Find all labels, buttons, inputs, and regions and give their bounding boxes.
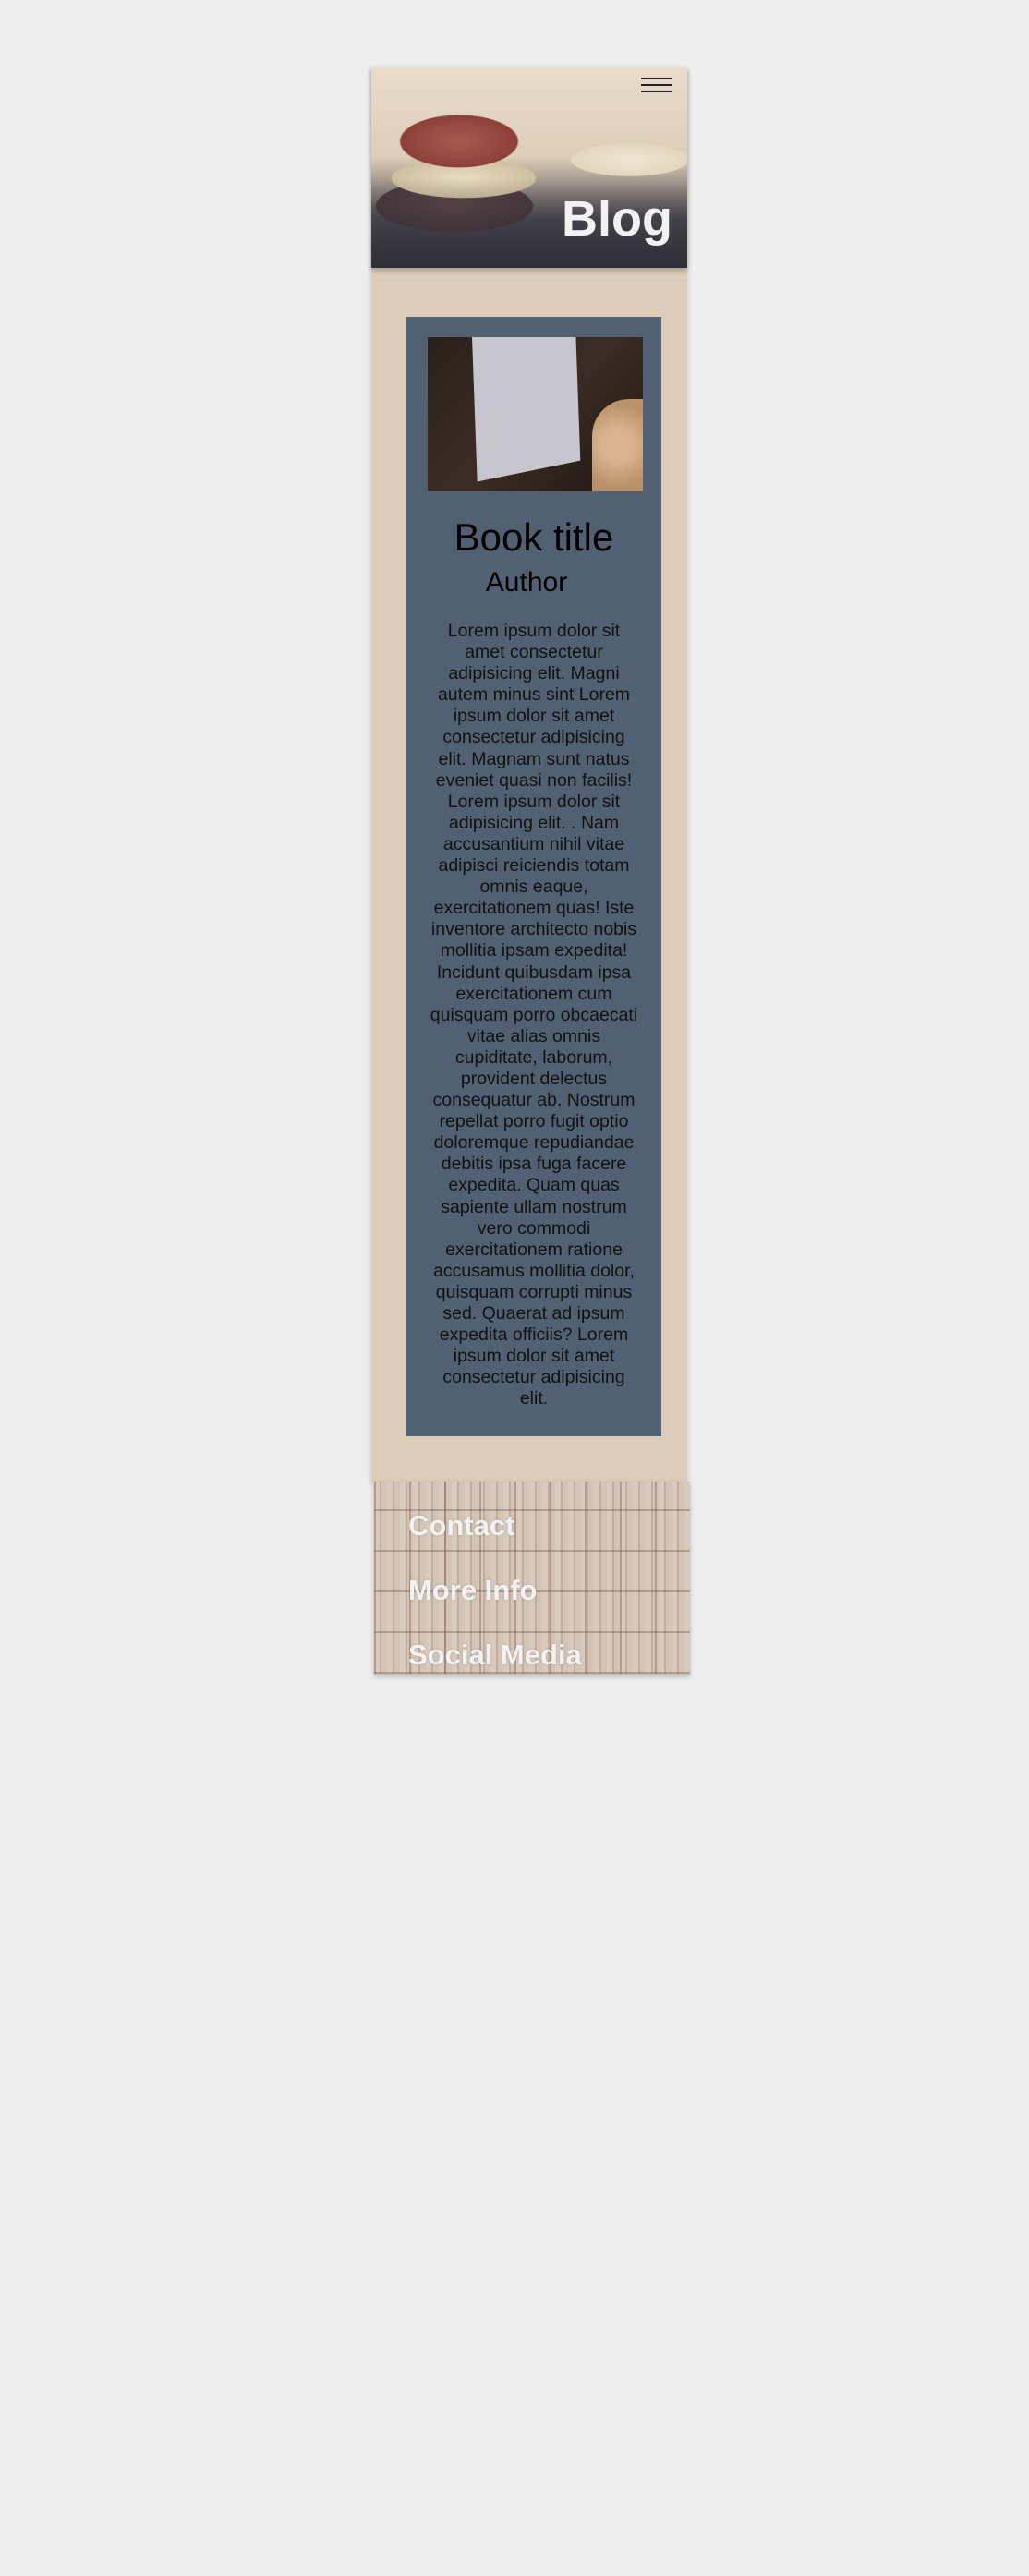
footer-link-social-media[interactable]: Social Media <box>408 1640 582 1669</box>
footer-link-more-info[interactable]: More Info <box>408 1576 538 1604</box>
book-author: Author <box>485 567 568 598</box>
footer: Contact More Info Social Media <box>374 1482 690 1674</box>
page-title: Blog <box>562 191 672 247</box>
book-title: Book title <box>454 515 614 559</box>
book-cover-image <box>428 337 643 491</box>
footer-link-contact[interactable]: Contact <box>408 1511 514 1540</box>
hamburger-menu-icon[interactable] <box>641 74 672 94</box>
book-description: Lorem ipsum dolor sit amet consectetur a… <box>430 621 638 1409</box>
